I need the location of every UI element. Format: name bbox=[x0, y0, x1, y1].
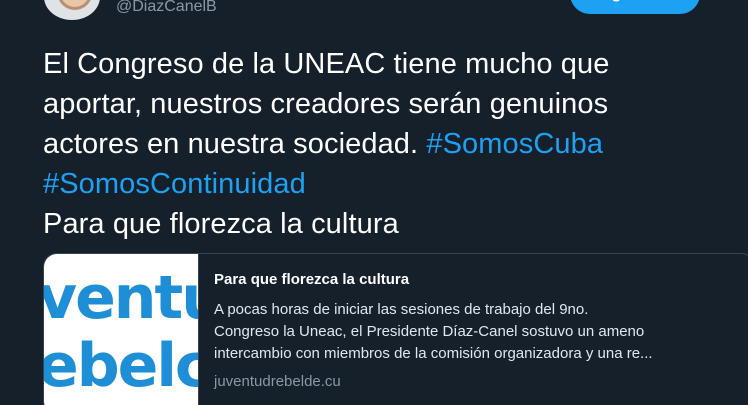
description-line: intercambio con miembros de la comisión … bbox=[214, 345, 653, 362]
link-card-title: Para que florezca la cultura bbox=[214, 271, 410, 288]
link-card-description: A pocas horas de iniciar las sesiones de… bbox=[214, 299, 739, 365]
tweet-text-line: El Congreso de la UNEAC tiene mucho que bbox=[43, 48, 610, 80]
tweet: @DiazCanelB Siguiendo El Congreso de la … bbox=[0, 0, 748, 405]
tweet-text-line: aportar, nuestros creadores serán genuin… bbox=[43, 88, 609, 120]
tweet-text-line: #SomosContinuidad bbox=[43, 164, 733, 204]
hashtag-link-somoscontinuidad[interactable]: #SomosContinuidad bbox=[43, 168, 306, 200]
tweet-text-line: Para que florezca la cultura bbox=[43, 208, 399, 240]
link-card-domain: juventudrebelde.cu bbox=[214, 373, 341, 390]
follow-button[interactable]: Siguiendo bbox=[570, 0, 700, 14]
thumbnail-logo-text: ventu bbox=[44, 263, 198, 333]
description-line: Congreso la Uneac, el Presidente Díaz-Ca… bbox=[214, 323, 645, 340]
thumbnail-logo-text: ebelc bbox=[44, 331, 199, 401]
tweet-text: El Congreso de la UNEAC tiene mucho que … bbox=[43, 44, 733, 244]
tweet-text-segment: actores en nuestra sociedad. bbox=[43, 128, 427, 160]
avatar[interactable] bbox=[44, 0, 100, 20]
link-card-body[interactable]: Para que florezca la cultura A pocas hor… bbox=[214, 268, 739, 393]
link-card[interactable]: ventu ebelc Para que florezca la cultura… bbox=[43, 253, 748, 405]
hashtag-link-somoscuba[interactable]: #SomosCuba bbox=[426, 128, 603, 160]
tweet-text-line: actores en nuestra sociedad. #SomosCuba bbox=[43, 124, 733, 164]
description-line: A pocas horas de iniciar las sesiones de… bbox=[214, 301, 589, 318]
user-handle[interactable]: @DiazCanelB bbox=[116, 0, 217, 18]
link-card-thumbnail[interactable]: ventu ebelc bbox=[44, 254, 199, 405]
